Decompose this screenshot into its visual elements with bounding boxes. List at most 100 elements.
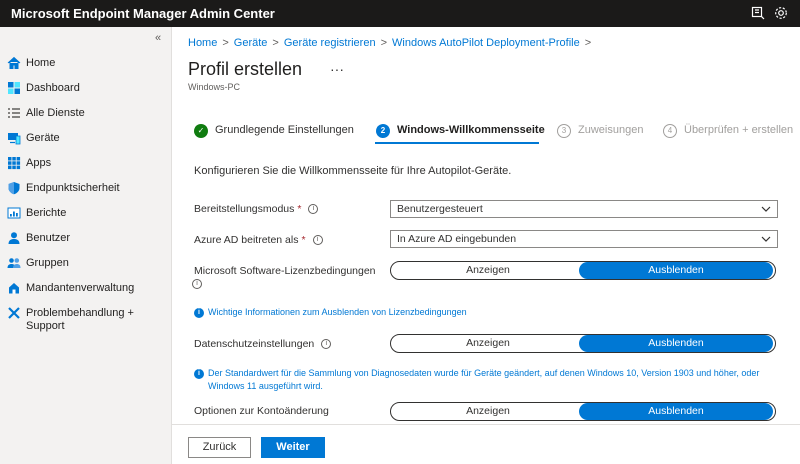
page-subtitle: Windows-PC bbox=[188, 82, 241, 92]
sidebar-item-label: Apps bbox=[26, 157, 52, 169]
sidebar-item-endpunktsicherheit[interactable]: Endpunktsicherheit bbox=[0, 179, 172, 201]
breadcrumb-home[interactable]: Home bbox=[188, 37, 217, 49]
sidebar-item-benutzer[interactable]: Benutzer bbox=[0, 229, 172, 251]
sidebar-item-gruppen[interactable]: Gruppen bbox=[0, 254, 172, 276]
privacy-info-note: i Der Standardwert für die Sammlung von … bbox=[194, 367, 784, 393]
top-bar: Microsoft Endpoint Manager Admin Center bbox=[0, 0, 800, 27]
sidebar-item-apps[interactable]: Apps bbox=[0, 154, 172, 176]
dropdown-value: In Azure AD eingebunden bbox=[397, 233, 517, 245]
step-number: 2 bbox=[376, 124, 390, 138]
toggle-show[interactable]: Anzeigen bbox=[391, 403, 585, 420]
dropdown-value: Benutzergesteuert bbox=[397, 203, 483, 215]
info-icon[interactable]: i bbox=[321, 339, 332, 350]
back-button[interactable]: Zurück bbox=[188, 437, 251, 458]
devices-icon bbox=[7, 131, 21, 145]
sidebar: « Home Dashboard Alle Dienste Geräte App… bbox=[0, 27, 172, 464]
settings-icon[interactable] bbox=[773, 5, 789, 21]
sidebar-item-geraete[interactable]: Geräte bbox=[0, 129, 172, 151]
license-terms-label: Microsoft Software-Lizenzbedingungen bbox=[194, 265, 376, 277]
privacy-label: Datenschutzeinstellungen i bbox=[194, 338, 332, 350]
sidebar-item-label: Alle Dienste bbox=[26, 107, 85, 119]
sidebar-item-alle-dienste[interactable]: Alle Dienste bbox=[0, 104, 172, 126]
sidebar-item-label: Home bbox=[26, 57, 56, 69]
field-label-text: Microsoft Software-Lizenzbedingungen bbox=[194, 265, 376, 277]
step-label: Überprüfen + erstellen bbox=[684, 124, 794, 136]
sidebar-item-label: Geräte bbox=[26, 132, 60, 144]
field-label-text: Datenschutzeinstellungen bbox=[194, 338, 315, 350]
chevron-down-icon bbox=[761, 234, 771, 244]
license-terms-toggle[interactable]: Anzeigen Ausblenden bbox=[390, 261, 776, 280]
toggle-hide[interactable]: Ausblenden bbox=[579, 335, 773, 352]
breadcrumb: Home > Geräte > Geräte registrieren > Windows … bbox=[188, 37, 596, 49]
breadcrumb-separator: > bbox=[380, 37, 388, 49]
step-label: Windows-Willkommensseite bbox=[397, 124, 545, 136]
more-options-button[interactable]: ··· bbox=[330, 61, 344, 77]
join-azure-label: Azure AD beitreten als * i bbox=[194, 234, 323, 246]
deployment-mode-label: Bereitstellungsmodus * i bbox=[194, 203, 319, 215]
sidebar-item-label: Benutzer bbox=[26, 232, 71, 244]
sidebar-item-mandantenverwaltung[interactable]: Mandantenverwaltung bbox=[0, 279, 172, 301]
check-icon: ✓ bbox=[194, 124, 208, 138]
footer-bar: Zurück Weiter bbox=[172, 424, 800, 464]
breadcrumb-geraete[interactable]: Geräte bbox=[234, 37, 268, 49]
group-icon bbox=[7, 256, 21, 270]
toggle-hide[interactable]: Ausblenden bbox=[579, 403, 773, 420]
tools-icon bbox=[7, 306, 21, 320]
sidebar-item-label: Mandantenverwaltung bbox=[26, 282, 135, 294]
list-icon bbox=[7, 106, 21, 120]
required-marker: * bbox=[301, 234, 306, 246]
breadcrumb-separator: > bbox=[222, 37, 229, 49]
next-button[interactable]: Weiter bbox=[261, 437, 325, 458]
account-change-toggle[interactable]: Anzeigen Ausblenden bbox=[390, 402, 776, 421]
sidebar-item-label: Dashboard bbox=[26, 82, 80, 94]
sidebar-item-berichte[interactable]: Berichte bbox=[0, 204, 172, 226]
breadcrumb-geraete-registrieren[interactable]: Geräte registrieren bbox=[284, 37, 376, 49]
page-title: Profil erstellen bbox=[188, 59, 303, 79]
license-terms-info: i bbox=[192, 278, 202, 290]
breadcrumb-separator: > bbox=[584, 37, 592, 49]
toggle-show[interactable]: Anzeigen bbox=[391, 335, 585, 352]
info-icon[interactable]: i bbox=[308, 204, 319, 215]
sidebar-item-problembehandlung[interactable]: Problembehandlung + Support bbox=[0, 304, 172, 338]
info-note-text: Der Standardwert für die Sammlung von Di… bbox=[208, 368, 760, 391]
info-filled-icon: i bbox=[194, 369, 204, 379]
breadcrumb-autopilot-profile[interactable]: Windows AutoPilot Deployment-Profile bbox=[392, 37, 580, 49]
main-content: Home > Geräte > Geräte registrieren > Windows … bbox=[172, 27, 800, 464]
reports-icon bbox=[7, 206, 21, 220]
privacy-toggle[interactable]: Anzeigen Ausblenden bbox=[390, 334, 776, 353]
sidebar-item-home[interactable]: Home bbox=[0, 54, 172, 76]
deployment-mode-dropdown[interactable]: Benutzergesteuert bbox=[390, 200, 778, 218]
sidebar-item-label: Berichte bbox=[26, 207, 67, 219]
sidebar-item-label: Gruppen bbox=[26, 257, 69, 269]
field-label-text: Optionen zur Kontoänderung bbox=[194, 405, 329, 417]
active-step-underline bbox=[375, 142, 539, 144]
sidebar-item-dashboard[interactable]: Dashboard bbox=[0, 79, 172, 101]
info-link-text[interactable]: Wichtige Informationen zum Ausblenden vo… bbox=[194, 306, 754, 319]
home-icon bbox=[7, 56, 21, 70]
info-icon[interactable]: i bbox=[312, 235, 323, 246]
breadcrumb-separator: > bbox=[272, 37, 279, 49]
feedback-icon[interactable] bbox=[750, 5, 766, 21]
account-change-label: Optionen zur Kontoänderung bbox=[194, 405, 329, 417]
user-icon bbox=[7, 231, 21, 245]
step-label: Grundlegende Einstellungen bbox=[215, 124, 354, 136]
info-icon[interactable]: i bbox=[192, 279, 202, 290]
step-number: 3 bbox=[557, 124, 571, 138]
field-label-text: Bereitstellungsmodus bbox=[194, 203, 295, 215]
step-label: Zuweisungen bbox=[578, 124, 644, 136]
sidebar-item-label: Endpunktsicherheit bbox=[26, 182, 120, 194]
step-number: 4 bbox=[663, 124, 677, 138]
sidebar-item-label: Problembehandlung + Support bbox=[26, 307, 134, 332]
join-azure-dropdown[interactable]: In Azure AD eingebunden bbox=[390, 230, 778, 248]
chevron-down-icon bbox=[761, 204, 771, 214]
intro-text: Konfigurieren Sie die Willkommensseite f… bbox=[194, 165, 512, 177]
shield-icon bbox=[7, 181, 21, 195]
license-info-link[interactable]: i Wichtige Informationen zum Ausblenden … bbox=[194, 306, 754, 319]
collapse-sidebar-icon[interactable]: « bbox=[155, 32, 161, 44]
toggle-show[interactable]: Anzeigen bbox=[391, 262, 585, 279]
app-title: Microsoft Endpoint Manager Admin Center bbox=[11, 6, 275, 21]
apps-grid-icon bbox=[7, 156, 21, 170]
toggle-hide[interactable]: Ausblenden bbox=[579, 262, 773, 279]
required-marker: * bbox=[297, 203, 302, 215]
info-filled-icon: i bbox=[194, 308, 204, 318]
